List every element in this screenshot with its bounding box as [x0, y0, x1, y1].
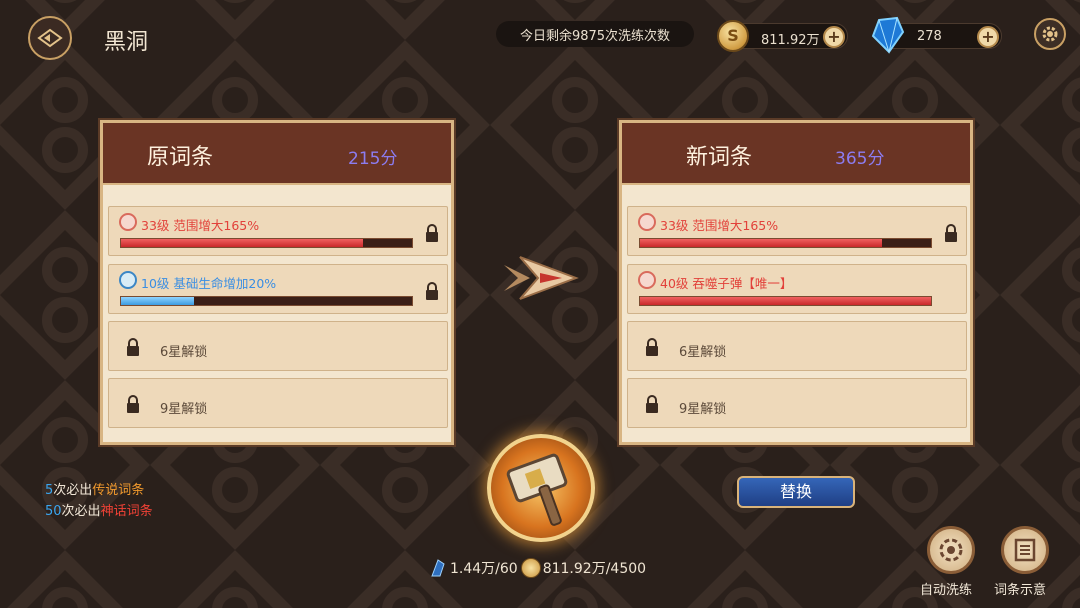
lock-icon [127, 395, 139, 413]
auto-refine-icon [939, 538, 963, 562]
gem-icon [871, 16, 905, 54]
auto-refine-button[interactable] [927, 526, 975, 574]
attr-text: 33级 范围增大165% [141, 218, 260, 233]
coin-icon [717, 20, 749, 52]
locked-slot: 9星解锁 [627, 378, 967, 428]
attr-row[interactable]: 33级 范围增大165% [627, 206, 967, 256]
attr-progress-fill [121, 297, 194, 305]
coin-value: 811.92万 [761, 33, 820, 48]
gem-value: 278 [917, 29, 942, 44]
gem-resource: 278 + [871, 16, 1002, 54]
lock-icon[interactable] [424, 223, 440, 243]
lock-icon[interactable] [943, 223, 959, 243]
list-document-icon [1014, 538, 1036, 562]
range-attr-icon [119, 213, 137, 231]
crystal-cost: 1.44万/60 [450, 561, 518, 577]
tip-text: 次必出 [53, 483, 93, 498]
unlock-requirement: 6星解锁 [679, 345, 727, 360]
devour-bullet-attr-icon [638, 271, 656, 289]
auto-refine-label: 自动洗练 [920, 583, 973, 598]
settings-button[interactable] [1034, 18, 1066, 50]
unlock-requirement: 9星解锁 [679, 402, 727, 417]
range-attr-icon [638, 213, 656, 231]
attr-preview-label: 词条示意 [994, 583, 1047, 598]
locked-slot: 6星解锁 [108, 321, 448, 371]
lock-icon[interactable] [424, 281, 440, 301]
old-panel-title: 原词条 [147, 145, 214, 170]
remaining-count-label: 今日剩余9875次洗练次数 [496, 21, 694, 47]
locked-slot: 6星解锁 [627, 321, 967, 371]
unlock-requirement: 6星解锁 [160, 345, 208, 360]
page-title: 黑洞 [104, 30, 149, 55]
coin-icon [520, 558, 541, 578]
tip-rarity: 神话词条 [100, 504, 153, 519]
attr-text: 40级 吞噬子弹【唯一】 [660, 276, 793, 291]
old-panel-header: 原词条 215分 [103, 123, 451, 185]
mythic-tip: 50次必出神话词条 [45, 501, 153, 522]
unlock-requirement: 9星解锁 [160, 402, 208, 417]
legendary-tip: 5次必出传说词条 [45, 480, 153, 501]
add-coins-button[interactable]: + [823, 26, 845, 48]
attr-preview-button[interactable] [1001, 526, 1049, 574]
attr-progress-bar [120, 238, 413, 248]
coin-resource: 811.92万 + [717, 20, 848, 52]
guarantee-tips: 5次必出传说词条 50次必出神话词条 [45, 480, 153, 522]
attr-text: 10级 基础生命增加20% [141, 276, 277, 291]
new-panel-header: 新词条 365分 [622, 123, 970, 185]
attr-progress-fill [121, 239, 363, 247]
old-panel-score: 215分 [348, 149, 398, 169]
refine-hammer-button[interactable] [487, 434, 595, 542]
lock-icon [646, 395, 658, 413]
attr-progress-fill [640, 239, 882, 247]
attr-text: 33级 范围增大165% [660, 218, 779, 233]
new-attributes-panel: 新词条 365分 33级 范围增大165% 40级 吞噬子弹【唯一】 6星解锁 … [619, 120, 973, 445]
coin-cost: 811.92万/4500 [542, 561, 647, 577]
attr-progress-bar [639, 296, 932, 306]
attr-row[interactable]: 33级 范围增大165% [108, 206, 448, 256]
gear-icon [1042, 26, 1058, 42]
attr-progress-bar [120, 296, 413, 306]
locked-slot: 9星解锁 [108, 378, 448, 428]
attr-progress-bar [639, 238, 932, 248]
tip-text: 次必出 [61, 504, 101, 519]
back-button[interactable] [28, 16, 72, 60]
add-gems-button[interactable]: + [977, 26, 999, 48]
attr-progress-fill [640, 297, 931, 305]
hp-attr-icon [119, 271, 137, 289]
crystal-icon [431, 559, 445, 577]
tip-count: 50 [45, 504, 62, 519]
back-arrow-icon [37, 28, 63, 48]
refine-cost: 1.44万/60 811.92万/4500 [428, 557, 646, 579]
tip-rarity: 传说词条 [92, 483, 145, 498]
hammer-icon [506, 453, 568, 526]
lock-icon [127, 338, 139, 356]
attr-row[interactable]: 40级 吞噬子弹【唯一】 [627, 264, 967, 314]
new-panel-title: 新词条 [686, 145, 753, 170]
replace-button[interactable]: 替换 [737, 476, 855, 508]
old-attributes-panel: 原词条 215分 33级 范围增大165% 10级 基础生命增加20% 6星解锁 [100, 120, 454, 445]
arrow-right-icon [504, 256, 579, 300]
attr-row[interactable]: 10级 基础生命增加20% [108, 264, 448, 314]
lock-icon [646, 338, 658, 356]
new-panel-score: 365分 [835, 149, 885, 169]
